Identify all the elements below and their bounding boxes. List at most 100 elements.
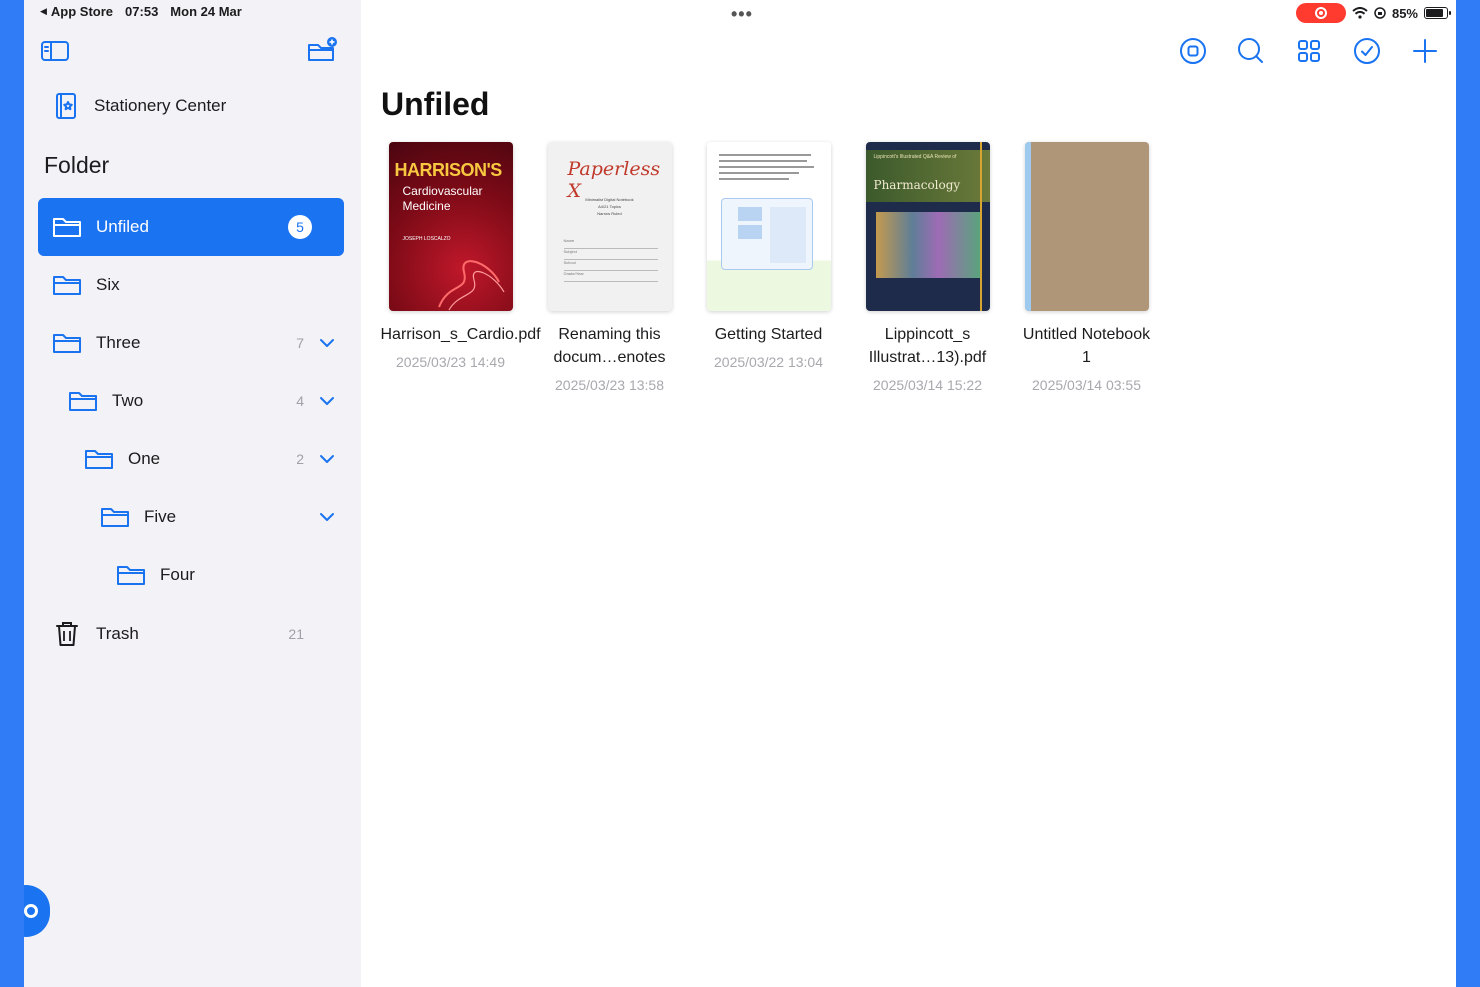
cover-field: School [563, 260, 658, 271]
add-button[interactable] [1408, 34, 1442, 68]
sidebar-toggle-icon[interactable] [40, 38, 70, 64]
folder-label: Two [112, 391, 144, 410]
cover-field: Name [563, 238, 658, 249]
main-content: Unfiled HARRISON'S Cardiovascular Medici… [361, 0, 1456, 987]
document-date: 2025/03/23 13:58 [555, 377, 664, 393]
screen-recording-indicator[interactable] [1295, 3, 1346, 23]
back-arrow-icon[interactable]: ◀ [40, 6, 47, 17]
document-item[interactable]: Untitled Notebook 1 2025/03/14 03:55 [1007, 142, 1166, 393]
chevron-down-icon[interactable] [318, 450, 336, 468]
document-cover[interactable] [1024, 142, 1149, 311]
trash-label: Trash [96, 624, 139, 643]
folder-item-five[interactable]: Five [38, 488, 344, 546]
sidebar-item-trash[interactable]: Trash 21 [54, 615, 344, 653]
cover-fields: Name Subject School Grade/Year [563, 238, 658, 282]
folder-label: Six [96, 275, 120, 294]
sidebar: Stationery Center Folder Unfiled 5 Six T… [24, 0, 361, 987]
record-icon [1180, 38, 1206, 64]
folder-item-unfiled[interactable]: Unfiled 5 [38, 198, 344, 256]
document-item[interactable]: Paperless X Minimalist Digital Notebook … [530, 142, 689, 393]
status-date: Mon 24 Mar [170, 4, 242, 19]
wifi-icon [1352, 7, 1368, 19]
chevron-down-icon[interactable] [318, 392, 336, 410]
floating-assistant-button[interactable] [24, 885, 50, 937]
document-date: 2025/03/22 13:04 [714, 354, 823, 370]
app-window: Stationery Center Folder Unfiled 5 Six T… [24, 0, 1456, 987]
cover-subtitle: Cardiovascular Medicine [403, 184, 483, 214]
chevron-down-icon[interactable] [318, 508, 336, 526]
grid-view-button[interactable] [1292, 34, 1326, 68]
folder-icon [53, 276, 81, 295]
folder-label: Unfiled [96, 217, 149, 236]
document-date: 2025/03/23 14:49 [396, 354, 505, 370]
document-date: 2025/03/14 15:22 [873, 377, 982, 393]
orientation-lock-icon [1374, 7, 1386, 19]
folder-list: Unfiled 5 Six Three 7 Two 4 One 2 Five F… [38, 198, 344, 604]
cover-title: HARRISON'S [394, 160, 503, 180]
assistant-icon [24, 904, 38, 918]
status-time: 07:53 [125, 4, 159, 19]
folder-icon [53, 218, 81, 237]
document-name: Getting Started [714, 326, 823, 343]
folder-label: Three [96, 333, 141, 352]
folder-label: Five [144, 507, 177, 526]
folder-item-four[interactable]: Four [38, 546, 344, 604]
cover-subtitle-line: A4/21 Topics [598, 204, 621, 209]
plus-icon [1413, 39, 1437, 63]
cover-artwork [875, 212, 980, 278]
cover-series: Lippincott's Illustrated Q&A Review of [873, 154, 957, 160]
trash-icon [56, 622, 78, 646]
chevron-down-icon[interactable] [318, 334, 336, 352]
document-name: Untitled Notebook 1 [1022, 326, 1151, 366]
search-icon [1238, 38, 1263, 63]
folder-icon [101, 508, 129, 527]
new-folder-icon[interactable] [306, 36, 338, 64]
folder-item-two[interactable]: Two 4 [38, 372, 344, 430]
grid-view-icon [1298, 40, 1320, 62]
document-item[interactable]: Lippincott's Illustrated Q&A Review of P… [848, 142, 1007, 393]
folder-icon [69, 392, 97, 411]
multitasking-dots-icon[interactable]: ••• [731, 4, 753, 25]
folder-label: Four [160, 565, 195, 584]
folder-section-heading: Folder [44, 152, 110, 178]
folder-count: 4 [296, 393, 304, 409]
folder-item-six[interactable]: Six [38, 256, 344, 314]
battery-percent: 85% [1391, 5, 1418, 21]
stationery-center-link[interactable]: Stationery Center [54, 90, 226, 122]
folder-label: One [128, 449, 161, 468]
document-grid: HARRISON'S Cardiovascular Medicine JOSEP… [371, 142, 1166, 393]
document-item[interactable]: Getting Started 2025/03/22 13:04 [689, 142, 848, 393]
folder-icon [117, 566, 145, 585]
cover-subtitle: Minimalist Digital Notebook A4/21 Topics… [548, 196, 672, 217]
document-item[interactable]: HARRISON'S Cardiovascular Medicine JOSEP… [371, 142, 541, 393]
cover-subtitle-line: Cardiovascular [402, 184, 483, 198]
cover-subtitle-line: Medicine [402, 199, 451, 213]
status-bar: ◀ App Store 07:53 Mon 24 Mar ••• 85% [24, 0, 1456, 24]
folder-item-three[interactable]: Three 7 [38, 314, 344, 372]
document-cover[interactable] [706, 142, 831, 311]
toolbar [1176, 34, 1442, 68]
cover-subtitle-line: Minimalist Digital Notebook [585, 197, 634, 202]
document-name: Harrison_s_Cardio.pdf [380, 326, 541, 343]
trash-count: 21 [288, 626, 304, 642]
document-cover[interactable]: Lippincott's Illustrated Q&A Review of P… [865, 142, 990, 311]
select-button[interactable] [1350, 34, 1384, 68]
document-date: 2025/03/14 03:55 [1032, 377, 1141, 393]
document-name: Lippincott_s Illustrat…13).pdf [868, 326, 987, 366]
cover-artwork [437, 260, 505, 311]
document-cover[interactable]: Paperless X Minimalist Digital Notebook … [547, 142, 672, 311]
page-title: Unfiled [381, 86, 490, 122]
stationery-center-label: Stationery Center [94, 96, 227, 115]
cover-field: Subject [563, 249, 658, 260]
battery-icon [1424, 7, 1451, 19]
document-cover[interactable]: HARRISON'S Cardiovascular Medicine JOSEP… [388, 142, 513, 311]
cover-text-lines [718, 154, 819, 184]
cover-author: JOSEPH LOSCALZO [402, 236, 451, 242]
search-button[interactable] [1234, 34, 1268, 68]
notebook-spine [1024, 142, 1031, 311]
record-button[interactable] [1176, 34, 1210, 68]
document-name: Renaming this docum…enotes [553, 326, 666, 366]
back-app-link[interactable]: App Store [51, 4, 113, 19]
stationery-icon [56, 93, 76, 119]
folder-item-one[interactable]: One 2 [38, 430, 344, 488]
